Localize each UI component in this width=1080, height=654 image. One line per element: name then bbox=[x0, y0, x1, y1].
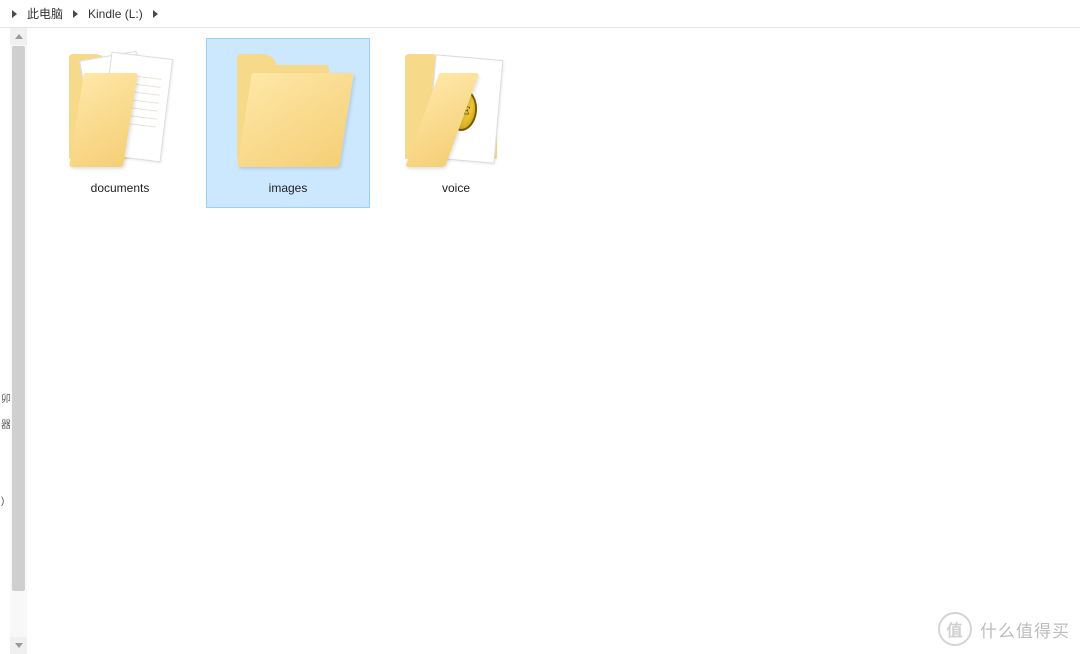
folder-item-voice[interactable]: UE voice bbox=[374, 38, 538, 208]
folder-icon: UE bbox=[401, 47, 511, 175]
address-bar: 此电脑 Kindle (L:) bbox=[0, 0, 1080, 28]
item-label: images bbox=[269, 181, 308, 195]
scroll-down-button[interactable] bbox=[10, 637, 27, 654]
chevron-right-icon[interactable] bbox=[12, 10, 17, 18]
navpane-edge: 卯 器 ) bbox=[0, 28, 10, 654]
item-label: documents bbox=[91, 181, 150, 195]
folder-icon bbox=[65, 47, 175, 175]
chevron-up-icon bbox=[15, 34, 23, 39]
chevron-right-icon[interactable] bbox=[73, 10, 78, 18]
scroll-up-button[interactable] bbox=[10, 28, 27, 45]
chevron-down-icon bbox=[15, 643, 23, 648]
breadcrumb-kindle-drive[interactable]: Kindle (L:) bbox=[84, 4, 147, 24]
chevron-right-icon[interactable] bbox=[153, 10, 158, 18]
folder-item-documents[interactable]: documents bbox=[38, 38, 202, 208]
scrollbar-thumb[interactable] bbox=[12, 46, 25, 591]
folder-item-images[interactable]: images bbox=[206, 38, 370, 208]
breadcrumb-this-pc[interactable]: 此电脑 bbox=[23, 2, 67, 25]
folder-view[interactable]: documents images UE voice bbox=[28, 36, 1080, 654]
navpane-scrollbar[interactable] bbox=[10, 28, 27, 654]
item-label: voice bbox=[442, 181, 470, 195]
folder-icon bbox=[233, 47, 343, 175]
